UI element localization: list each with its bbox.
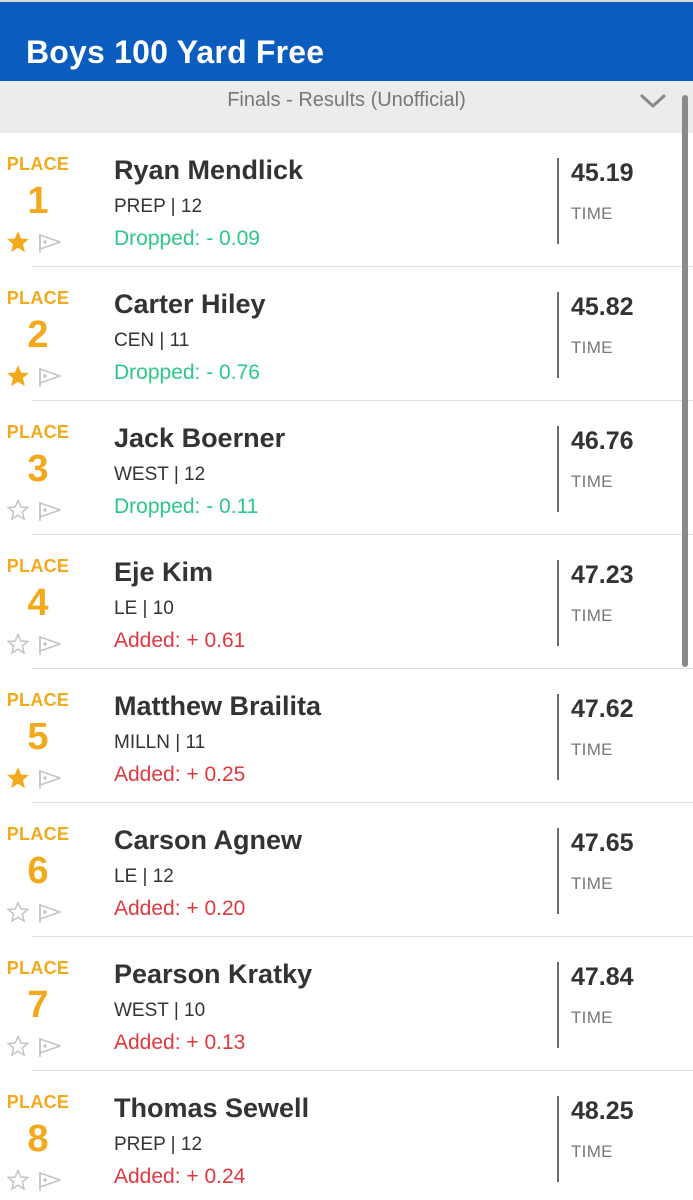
swimmer-name[interactable]: Matthew Brailita	[114, 691, 321, 722]
time-label: TIME	[571, 338, 613, 357]
time-label: TIME	[571, 1142, 613, 1161]
place-label: PLACE	[6, 422, 70, 442]
swim-time: 45.82	[571, 293, 634, 321]
place-label: PLACE	[6, 690, 70, 710]
swimmer-name[interactable]: Jack Boerner	[114, 423, 285, 454]
result-row[interactable]: PLACE 2 Carter Hiley CEN | 11 Dropped: -…	[7, 267, 693, 401]
place-label: PLACE	[6, 824, 70, 844]
place-number: 2	[27, 314, 49, 356]
place-label: PLACE	[6, 958, 70, 978]
event-title: Boys 100 Yard Free	[26, 34, 325, 70]
result-row[interactable]: PLACE 8 Thomas Sewell PREP | 12 Added: +…	[7, 1071, 693, 1200]
time-label: TIME	[571, 472, 613, 491]
place-number: 8	[27, 1118, 49, 1160]
swimmer-name[interactable]: Thomas Sewell	[114, 1093, 309, 1124]
time-delta: Added: + 0.61	[114, 629, 246, 652]
result-row[interactable]: PLACE 3 Jack Boerner WEST | 12 Dropped: …	[7, 401, 693, 535]
column-divider	[557, 158, 559, 244]
time-label: TIME	[571, 606, 613, 625]
time-delta: Added: + 0.20	[114, 897, 246, 920]
session-selector[interactable]: Finals - Results (Unofficial)	[0, 81, 693, 133]
column-divider	[557, 426, 559, 512]
team-grade: CEN | 11	[114, 330, 190, 351]
star-icon[interactable]	[7, 1035, 29, 1057]
time-delta: Added: + 0.24	[114, 1165, 246, 1188]
swim-time: 47.84	[571, 963, 634, 991]
flag-icon[interactable]	[37, 366, 63, 388]
result-row[interactable]: PLACE 1 Ryan Mendlick PREP | 12 Dropped:…	[7, 133, 693, 267]
event-header: Boys 100 Yard Free	[0, 0, 693, 81]
place-label: PLACE	[6, 556, 70, 576]
star-icon[interactable]	[7, 499, 29, 521]
place-number: 6	[27, 850, 49, 892]
swimmer-name[interactable]: Eje Kim	[114, 557, 213, 588]
column-divider	[557, 828, 559, 914]
star-icon[interactable]	[7, 633, 29, 655]
time-delta: Added: + 0.25	[114, 763, 246, 786]
swim-time: 47.23	[571, 561, 634, 589]
results-page: Boys 100 Yard Free Finals - Results (Uno…	[0, 0, 693, 1200]
result-row[interactable]: PLACE 4 Eje Kim LE | 10 Added: + 0.61 47…	[7, 535, 693, 669]
scrollbar[interactable]	[682, 95, 688, 667]
column-divider	[557, 962, 559, 1048]
team-grade: WEST | 12	[114, 464, 206, 485]
flag-icon[interactable]	[37, 500, 63, 522]
column-divider	[557, 292, 559, 378]
place-number: 3	[27, 448, 49, 490]
team-grade: LE | 10	[114, 598, 174, 619]
time-delta: Dropped: - 0.76	[114, 361, 260, 384]
time-label: TIME	[571, 204, 613, 223]
place-number: 1	[27, 180, 49, 222]
place-number: 4	[27, 582, 49, 624]
team-grade: PREP | 12	[114, 1134, 203, 1155]
flag-icon[interactable]	[37, 768, 63, 790]
result-row[interactable]: PLACE 7 Pearson Kratky WEST | 10 Added: …	[7, 937, 693, 1071]
place-number: 7	[27, 984, 49, 1026]
place-number: 5	[27, 716, 49, 758]
place-label: PLACE	[6, 1092, 70, 1112]
swimmer-name[interactable]: Carter Hiley	[114, 289, 266, 320]
time-delta: Added: + 0.13	[114, 1031, 246, 1054]
team-grade: WEST | 10	[114, 1000, 206, 1021]
flag-icon[interactable]	[37, 634, 63, 656]
session-label: Finals - Results (Unofficial)	[227, 89, 466, 111]
place-label: PLACE	[6, 154, 70, 174]
time-label: TIME	[571, 874, 613, 893]
star-icon[interactable]	[7, 767, 29, 789]
swim-time: 45.19	[571, 159, 634, 187]
result-row[interactable]: PLACE 6 Carson Agnew LE | 12 Added: + 0.…	[7, 803, 693, 937]
place-label: PLACE	[6, 288, 70, 308]
team-grade: PREP | 12	[114, 196, 203, 217]
results-list: PLACE 1 Ryan Mendlick PREP | 12 Dropped:…	[0, 133, 693, 1200]
swim-time: 46.76	[571, 427, 634, 455]
star-icon[interactable]	[7, 365, 29, 387]
star-icon[interactable]	[7, 231, 29, 253]
star-icon[interactable]	[7, 1169, 29, 1191]
time-label: TIME	[571, 740, 613, 759]
column-divider	[557, 1096, 559, 1182]
column-divider	[557, 694, 559, 780]
swim-time: 48.25	[571, 1097, 634, 1125]
team-grade: MILLN | 11	[114, 732, 206, 753]
time-label: TIME	[571, 1008, 613, 1027]
swim-time: 47.62	[571, 695, 634, 723]
time-delta: Dropped: - 0.11	[114, 495, 259, 518]
swim-time: 47.65	[571, 829, 634, 857]
swimmer-name[interactable]: Pearson Kratky	[114, 959, 312, 990]
time-delta: Dropped: - 0.09	[114, 227, 260, 250]
flag-icon[interactable]	[37, 1170, 63, 1192]
flag-icon[interactable]	[37, 232, 63, 254]
swimmer-name[interactable]: Ryan Mendlick	[114, 155, 303, 186]
result-row[interactable]: PLACE 5 Matthew Brailita MILLN | 11 Adde…	[7, 669, 693, 803]
star-icon[interactable]	[7, 901, 29, 923]
chevron-down-icon[interactable]	[639, 91, 667, 111]
flag-icon[interactable]	[37, 1036, 63, 1058]
team-grade: LE | 12	[114, 866, 174, 887]
column-divider	[557, 560, 559, 646]
swimmer-name[interactable]: Carson Agnew	[114, 825, 302, 856]
flag-icon[interactable]	[37, 902, 63, 924]
